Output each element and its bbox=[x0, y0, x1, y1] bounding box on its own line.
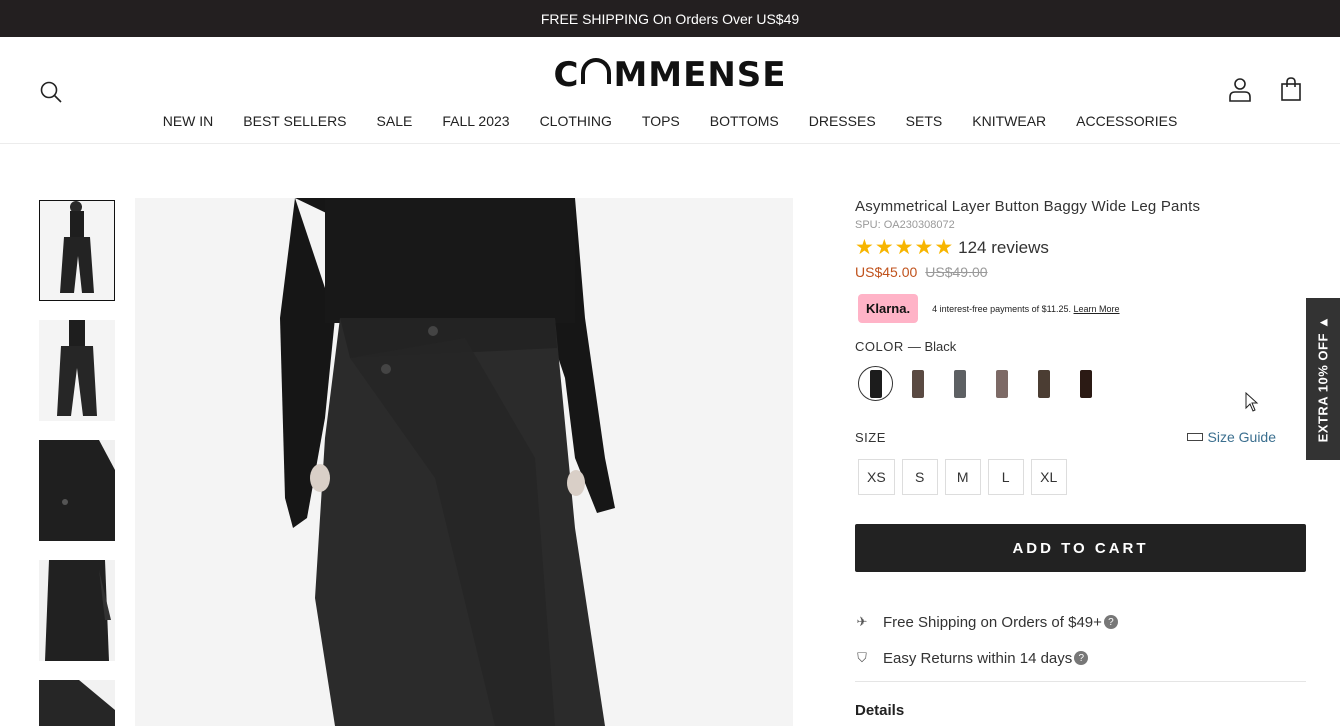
reviews-link[interactable]: 124 reviews bbox=[958, 238, 1049, 258]
nav-item-knitwear[interactable]: KNITWEAR bbox=[957, 113, 1061, 129]
color-swatch-brown[interactable] bbox=[1026, 366, 1061, 401]
sale-price: US$45.00 bbox=[855, 264, 918, 280]
klarna-learn-more-link[interactable]: Learn More bbox=[1074, 304, 1120, 314]
klarna-text: 4 interest-free payments of $11.25. Lear… bbox=[932, 303, 1120, 314]
mouse-cursor-icon bbox=[1245, 392, 1259, 412]
add-to-cart-button[interactable]: ADD TO CART bbox=[855, 524, 1306, 572]
original-price: US$49.00 bbox=[925, 264, 988, 280]
details-accordion[interactable]: Details bbox=[855, 702, 1306, 719]
nav-item-tops[interactable]: TOPS bbox=[627, 113, 695, 129]
extra-discount-tab[interactable]: EXTRA 10% OFF ▲ bbox=[1306, 298, 1340, 460]
thumbnail-4[interactable] bbox=[39, 560, 115, 661]
swatch-thumbnail bbox=[1037, 369, 1050, 398]
shield-icon: ⛉ bbox=[857, 650, 867, 665]
nav-item-best-sellers[interactable]: BEST SELLERS bbox=[228, 113, 361, 129]
nav-item-new-in[interactable]: NEW IN bbox=[148, 113, 229, 129]
site-header: C MMENSE NEW IN BEST SELLERS SALE FALL 2023 C… bbox=[0, 37, 1340, 144]
color-swatch-mauve[interactable] bbox=[984, 366, 1019, 401]
perk-returns: ⛉ Easy Returns within 14 days? bbox=[855, 640, 1306, 676]
color-swatch-dark-brown[interactable] bbox=[1068, 366, 1103, 401]
nav-item-fall-2023[interactable]: FALL 2023 bbox=[427, 113, 524, 129]
star-icon: ★ bbox=[874, 236, 894, 259]
color-label: COLOR — Black bbox=[855, 339, 957, 354]
brand-logo[interactable]: C MMENSE bbox=[0, 55, 1340, 95]
nav-item-dresses[interactable]: DRESSES bbox=[794, 113, 891, 129]
thumbnail-3[interactable] bbox=[39, 440, 115, 541]
star-icon: ★ bbox=[934, 236, 954, 259]
size-guide-link[interactable]: Size Guide bbox=[1186, 429, 1276, 445]
size-option-xs[interactable]: XS bbox=[858, 459, 895, 495]
thumbnail-1[interactable] bbox=[39, 200, 115, 301]
size-header: SIZE Size Guide bbox=[855, 429, 1306, 445]
help-icon[interactable]: ? bbox=[1103, 615, 1118, 629]
swatch-thumbnail bbox=[911, 369, 924, 398]
color-swatch-coffee[interactable] bbox=[900, 366, 935, 401]
size-option-xl[interactable]: XL bbox=[1030, 459, 1067, 495]
size-options: XS S M L XL bbox=[858, 459, 1306, 495]
product-spu: SPU: OA230308072 bbox=[855, 219, 955, 231]
color-swatch-black[interactable] bbox=[858, 366, 893, 401]
main-product-image[interactable] bbox=[135, 198, 793, 726]
swatch-thumbnail bbox=[869, 369, 882, 398]
account-icon[interactable] bbox=[1228, 77, 1252, 103]
size-option-s[interactable]: S bbox=[901, 459, 938, 495]
announcement-bar: FREE SHIPPING On Orders Over US$49 bbox=[0, 0, 1340, 37]
nav-item-bottoms[interactable]: BOTTOMS bbox=[695, 113, 794, 129]
main-nav: NEW IN BEST SELLERS SALE FALL 2023 CLOTHING T… bbox=[0, 113, 1340, 129]
size-option-l[interactable]: L bbox=[987, 459, 1024, 495]
thumbnail-5[interactable] bbox=[39, 680, 115, 726]
rating-row: ★ ★ ★ ★ ★ 124 reviews bbox=[855, 237, 1306, 258]
swatch-thumbnail bbox=[995, 369, 1008, 398]
product-info: Asymmetrical Layer Button Baggy Wide Leg… bbox=[855, 198, 1306, 719]
thumbnail-2[interactable] bbox=[39, 320, 115, 421]
klarna-badge: Klarna. bbox=[858, 294, 919, 323]
announcement-text: FREE SHIPPING On Orders Over US$49 bbox=[540, 10, 800, 27]
star-icon: ★ bbox=[855, 236, 874, 259]
ruler-icon bbox=[1186, 433, 1203, 441]
product-title: Asymmetrical Layer Button Baggy Wide Leg… bbox=[855, 198, 1201, 215]
perks-list: ✈ Free Shipping on Orders of $49+? ⛉ Eas… bbox=[855, 604, 1306, 676]
nav-item-sets[interactable]: SETS bbox=[891, 113, 958, 129]
perk-shipping: ✈ Free Shipping on Orders of $49+? bbox=[855, 604, 1306, 640]
star-icon: ★ bbox=[914, 236, 934, 259]
plane-icon: ✈ bbox=[856, 614, 868, 629]
nav-item-clothing[interactable]: CLOTHING bbox=[525, 113, 627, 129]
price-row: US$45.00 US$49.00 bbox=[855, 264, 1306, 280]
selected-color: — Black bbox=[907, 339, 957, 354]
help-icon[interactable]: ? bbox=[1074, 651, 1089, 665]
cart-bag-icon[interactable] bbox=[1280, 77, 1302, 101]
swatch-thumbnail bbox=[1079, 369, 1092, 398]
color-swatch-grey[interactable] bbox=[942, 366, 977, 401]
nav-item-accessories[interactable]: ACCESSORIES bbox=[1061, 113, 1192, 129]
swatch-thumbnail bbox=[953, 369, 966, 398]
divider bbox=[855, 681, 1306, 682]
star-icon: ★ bbox=[894, 236, 914, 259]
logo-o-arc bbox=[581, 58, 612, 84]
klarna-promo: Klarna. 4 interest-free payments of $11.… bbox=[855, 294, 1306, 323]
size-option-m[interactable]: M bbox=[944, 459, 981, 495]
nav-item-sale[interactable]: SALE bbox=[362, 113, 428, 129]
color-swatches bbox=[858, 366, 1306, 401]
size-label: SIZE bbox=[855, 429, 886, 445]
